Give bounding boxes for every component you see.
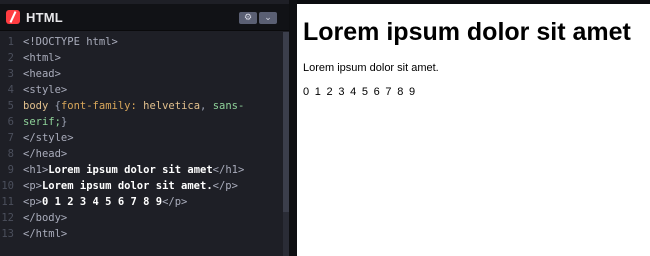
editor-menu-button[interactable]: ⌄	[259, 12, 277, 24]
code-line: 7 </style>	[0, 130, 283, 146]
preview-heading: Lorem ipsum dolor sit amet	[303, 18, 631, 46]
code-text: <html>	[23, 52, 61, 64]
code-line: 4 <style>	[0, 82, 283, 98]
code-line: 8 </head>	[0, 146, 283, 162]
editor-header: HTML ⚙ ⌄	[0, 4, 289, 31]
code-text: </style>	[23, 132, 74, 144]
code-text: <p>Lorem ipsum dolor sit amet.</p>	[23, 180, 238, 192]
preview-numbers: 0 1 2 3 4 5 6 7 8 9	[303, 86, 417, 98]
codepen-window: HTML ⚙ ⌄ 1 <!DOCTYPE html> 2 <html> 3 <head> 4…	[0, 0, 650, 256]
code-text: body {font-family: helvetica, sans-	[23, 100, 245, 112]
code-line: 2 <html>	[0, 50, 283, 66]
code-line: 12 </body>	[0, 210, 283, 226]
code-line: 6 serif;}	[0, 114, 283, 130]
settings-button[interactable]: ⚙	[239, 12, 257, 24]
code-text: <style>	[23, 84, 68, 96]
line-number: 9	[7, 164, 14, 176]
code-text: </body>	[23, 212, 68, 224]
code-text: <h1>Lorem ipsum dolor sit amet</h1>	[23, 164, 245, 176]
chevron-down-icon: ⌄	[264, 13, 272, 23]
code-line: 10 <p>Lorem ipsum dolor sit amet.</p>	[0, 178, 283, 194]
code-line: 1 <!DOCTYPE html>	[0, 34, 283, 50]
code-text: </head>	[23, 148, 68, 160]
line-number: 5	[7, 100, 14, 112]
line-number: 7	[7, 132, 14, 144]
line-number: 3	[7, 68, 14, 80]
code-text: </html>	[23, 228, 68, 240]
preview-pane: Lorem ipsum dolor sit amet Lorem ipsum d…	[297, 4, 650, 256]
code-text: <p>0 1 2 3 4 5 6 7 8 9</p>	[23, 196, 188, 208]
code-line: 9 <h1>Lorem ipsum dolor sit amet</h1>	[0, 162, 283, 178]
code-line: 3 <head>	[0, 66, 283, 82]
code-editor[interactable]: 1 <!DOCTYPE html> 2 <html> 3 <head> 4 <style> 5 b…	[0, 32, 283, 256]
preview-paragraph: Lorem ipsum dolor sit amet.	[303, 62, 439, 74]
code-line: 5 body {font-family: helvetica, sans-	[0, 98, 283, 114]
line-number: 2	[7, 52, 14, 64]
html-tab-label: HTML	[26, 10, 63, 25]
gear-icon: ⚙	[243, 13, 253, 23]
line-number: 10	[1, 180, 14, 192]
line-number: 1	[7, 36, 14, 48]
code-text: <head>	[23, 68, 61, 80]
pane-divider[interactable]	[289, 0, 297, 256]
html-editor-pane: HTML ⚙ ⌄ 1 <!DOCTYPE html> 2 <html> 3 <head> 4…	[0, 0, 289, 256]
line-number: 11	[1, 196, 14, 208]
code-text: serif;}	[23, 116, 68, 128]
line-number: 13	[1, 228, 14, 240]
code-text: <!DOCTYPE html>	[23, 36, 118, 48]
line-number: 8	[7, 148, 14, 160]
line-number: 12	[1, 212, 14, 224]
line-number: 6	[7, 116, 14, 128]
html-logo-icon	[6, 10, 20, 24]
line-number: 4	[7, 84, 14, 96]
code-line: 13 </html>	[0, 226, 283, 242]
code-line: 11 <p>0 1 2 3 4 5 6 7 8 9</p>	[0, 194, 283, 210]
